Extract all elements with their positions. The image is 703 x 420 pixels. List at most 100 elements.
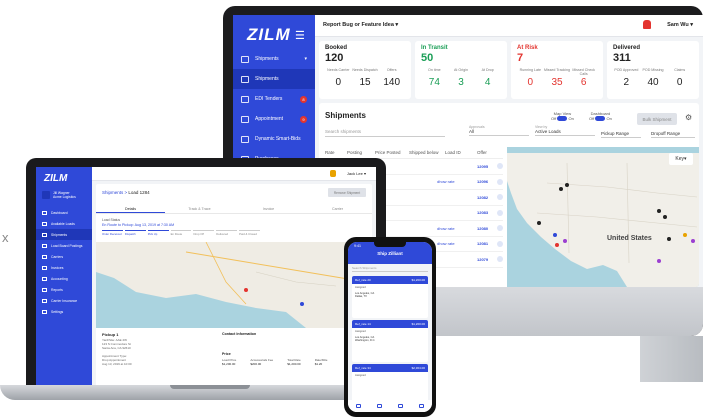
breadcrumb-link[interactable]: Shipments [102, 190, 123, 195]
kpi-sub[interactable]: Needs Carrier 0 [325, 68, 352, 88]
map-pin[interactable] [667, 237, 671, 241]
tab[interactable]: Invoice [234, 204, 303, 213]
sidebar-item[interactable]: Settings [36, 306, 92, 317]
offer-pill[interactable] [497, 225, 503, 232]
kpi-sub[interactable]: Offers 140 [378, 68, 405, 88]
column-header[interactable]: Shipped below [409, 150, 439, 155]
rate-col: Accessorials Fee $200.00 [250, 358, 273, 366]
kpi-card[interactable]: Booked 120 Needs Carrier 0 Needs Dispatch 15 O… [319, 41, 411, 99]
column-header[interactable]: Offer [477, 150, 487, 155]
sidebar-item[interactable]: Appointment 9 [233, 109, 315, 129]
kpi-sub[interactable]: At Origin 3 [448, 68, 475, 88]
nav-icon [42, 221, 47, 226]
user-menu[interactable]: Sam Wu ▾ [667, 22, 693, 28]
map-pin[interactable] [657, 259, 661, 263]
menu-icon[interactable]: ☰ [295, 29, 305, 42]
notification-icon[interactable] [330, 170, 336, 177]
laptop-account[interactable]: Jill Wagner Acme Logistics [42, 189, 86, 201]
kpi-sub[interactable]: POD Approved 2 [613, 68, 640, 88]
kpi-card[interactable]: Delivered 311 POD Approved 2 POD Missing 40 Cl… [607, 41, 699, 99]
kpi-sub[interactable]: Missed Tracking 35 [544, 68, 571, 88]
sidebar-item[interactable]: Reports [36, 284, 92, 295]
kpi-sub[interactable]: Claims 0 [666, 68, 693, 88]
sidebar-item[interactable]: Shipments [233, 69, 315, 89]
map-pin[interactable] [565, 183, 569, 187]
offer-pill[interactable] [497, 163, 503, 170]
filter-approvals[interactable]: Approvals All [469, 125, 529, 136]
kpi-card[interactable]: In Transit 50 On time 74 At Origin 3 At Drop 4 [415, 41, 507, 99]
offer-pill[interactable] [497, 209, 503, 216]
laptop-user-menu[interactable]: Jack Lee ▾ [347, 171, 366, 176]
row-load-id[interactable]: 12081 [477, 241, 488, 246]
map-view-toggle[interactable]: Map View Off On [551, 111, 574, 122]
bulk-shipment-button[interactable]: Bulk Shipment [637, 113, 677, 125]
column-header[interactable]: Rate [325, 150, 335, 155]
dashboard-toggle[interactable]: Dashboard Off On [589, 111, 612, 122]
offer-pill[interactable] [497, 178, 503, 185]
kpi-card[interactable]: At Risk 7 Running Late 0 Missed Tracking 35 Mi… [511, 41, 603, 99]
row-load-id[interactable]: 12096 [477, 179, 488, 184]
map-pin[interactable] [553, 233, 557, 237]
row-load-id[interactable]: 12079 [477, 257, 488, 262]
sidebar-item[interactable]: Carriers [36, 251, 92, 262]
shipment-card[interactable]: Ref_rate 20 $1,200.00 Assigned Los Angeles,… [352, 276, 428, 318]
map-pin[interactable] [683, 233, 687, 237]
sidebar-item[interactable]: Dynamic Smart-Bids [233, 129, 315, 149]
column-header[interactable]: Load ID [445, 150, 461, 155]
sidebar-item[interactable]: Accounting [36, 273, 92, 284]
filter-dropoff-range[interactable]: Dropoff Range [651, 131, 695, 138]
row-load-id[interactable]: 12082 [477, 195, 488, 200]
shipment-card[interactable]: Ref_rate 14 $1,200.00 Assigned Los Angeles,… [352, 320, 428, 362]
tab-home-icon[interactable] [356, 404, 361, 408]
map-pin[interactable] [555, 243, 559, 247]
phone-search-input[interactable]: Search Shipments [352, 266, 428, 272]
sidebar-item[interactable]: Load Board Postings [36, 240, 92, 251]
laptop: ZILM Jill Wagner Acme Logistics Dashboar… [26, 158, 386, 396]
map-pin[interactable] [663, 215, 667, 219]
kpi-sub[interactable]: Missed Check Calls 6 [570, 68, 597, 88]
settings-gear-icon[interactable]: ⚙ [685, 113, 692, 122]
kpi-sub[interactable]: Running Late 0 [517, 68, 544, 88]
map-pin[interactable] [691, 239, 695, 243]
sidebar-item[interactable]: Available Loads [36, 218, 92, 229]
tab[interactable]: Carrier [303, 204, 372, 213]
map-pin[interactable] [563, 239, 567, 243]
offer-pill[interactable] [497, 194, 503, 201]
remove-shipment-button[interactable]: Remove Shipment [328, 188, 366, 197]
offer-pill[interactable] [497, 240, 503, 247]
map-key-button[interactable]: Key ▾ [669, 153, 693, 165]
shipments-map[interactable]: Key ▾ United States [507, 147, 699, 287]
tab-account-icon[interactable] [419, 404, 424, 408]
row-load-id[interactable]: 12083 [477, 210, 488, 215]
kpi-sub[interactable]: On time 74 [421, 68, 448, 88]
sidebar-item[interactable]: Shipments [36, 229, 92, 240]
tab-loads-icon[interactable] [398, 404, 403, 408]
kpi-label: Delivered [613, 45, 641, 51]
load-route-map[interactable] [96, 242, 372, 328]
filter-view-by[interactable]: View by Active Loads [535, 125, 595, 136]
sidebar-item[interactable]: Shipments ▾ [233, 49, 315, 69]
sidebar-item[interactable]: Carrier Insurance [36, 295, 92, 306]
shipments-search-input[interactable]: Search shipments [325, 129, 445, 137]
kpi-sub-value: 140 [383, 77, 401, 88]
sidebar-item[interactable]: EDI Tenders 8 [233, 89, 315, 109]
sidebar-item[interactable]: Dashboard [36, 207, 92, 218]
map-pin[interactable] [537, 221, 541, 225]
row-load-id[interactable]: 12095 [477, 164, 488, 169]
tab-shipments-icon[interactable] [377, 404, 382, 408]
kpi-sub[interactable]: Needs Dispatch 15 [352, 68, 379, 88]
map-pin[interactable] [657, 209, 661, 213]
map-pin[interactable] [559, 187, 563, 191]
report-bug-link[interactable]: Report Bug or Feature Idea ▾ [323, 22, 398, 28]
tab[interactable]: Track & Trace [165, 204, 234, 213]
column-header[interactable]: Posting [347, 150, 362, 155]
sidebar-item[interactable]: Invoices [36, 262, 92, 273]
column-header[interactable]: Price Posted [375, 150, 401, 155]
offer-pill[interactable] [497, 256, 503, 263]
kpi-sub[interactable]: POD Missing 40 [640, 68, 667, 88]
row-load-id[interactable]: 12080 [477, 226, 488, 231]
kpi-sub[interactable]: At Drop 4 [474, 68, 501, 88]
filter-pickup-range[interactable]: Pickup Range [601, 131, 641, 138]
notification-icon[interactable] [643, 20, 651, 29]
tab[interactable]: Details [96, 204, 165, 213]
